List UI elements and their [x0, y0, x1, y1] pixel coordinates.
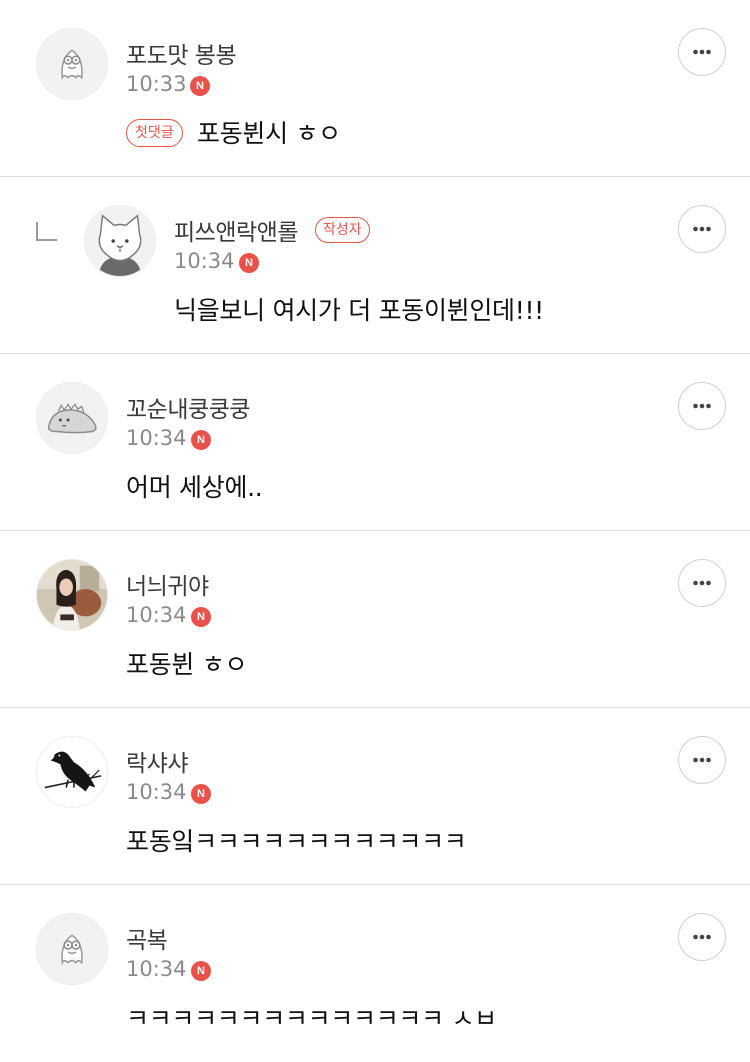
comment-text: ㅋㅋㅋㅋㅋㅋㅋㅋㅋㅋㅋㅋㅋㅋ ㅅㅂ: [126, 1004, 497, 1033]
comment-item: 곡복 10:34 N ㅋㅋㅋㅋㅋㅋㅋㅋㅋㅋㅋㅋㅋㅋ ㅅㅂ: [0, 885, 750, 1062]
default-ghost-avatar-icon: [37, 914, 107, 984]
more-options-button[interactable]: [678, 205, 726, 253]
crow-avatar-icon: [37, 737, 107, 807]
more-horizontal-icon: [693, 226, 711, 232]
more-options-button[interactable]: [678, 382, 726, 430]
cat-avatar-icon: [85, 206, 155, 276]
avatar[interactable]: [36, 913, 108, 985]
more-horizontal-icon: [693, 580, 711, 586]
comment-item: 꼬순내쿵쿵쿵 10:34 N 어머 세상에..: [0, 354, 750, 531]
avatar[interactable]: [84, 205, 156, 277]
comment-time: 10:34: [126, 957, 187, 981]
comment-time: 10:33: [126, 72, 187, 96]
avatar[interactable]: [36, 736, 108, 808]
comment-item: 포도맛 봉봉 10:33 N 첫댓글 포동뷘시 ㅎㅇ: [0, 0, 750, 177]
comment-text: 포동뷘시 ㅎㅇ: [197, 119, 341, 148]
comment-time: 10:34: [174, 249, 235, 273]
more-horizontal-icon: [693, 403, 711, 409]
photo-avatar-icon: [37, 560, 107, 630]
comment-nickname[interactable]: 포도맛 봉봉: [126, 36, 237, 70]
default-ghost-avatar-icon: [37, 29, 107, 99]
comment-text: 포동잌ㅋㅋㅋㅋㅋㅋㅋㅋㅋㅋㅋㅋ: [126, 827, 467, 856]
comment-nickname[interactable]: 꼬순내쿵쿵쿵: [126, 390, 250, 424]
more-options-button[interactable]: [678, 913, 726, 961]
new-badge: N: [191, 607, 211, 627]
comment-text: 닉을보니 여시가 더 포동이뷘인데!!!: [174, 296, 544, 325]
more-horizontal-icon: [693, 757, 711, 763]
comment-time: 10:34: [126, 603, 187, 627]
new-badge: N: [191, 430, 211, 450]
more-options-button[interactable]: [678, 28, 726, 76]
comment-nickname[interactable]: 너늬귀야: [126, 567, 209, 601]
more-horizontal-icon: [693, 49, 711, 55]
more-horizontal-icon: [693, 934, 711, 940]
new-badge: N: [191, 961, 211, 981]
avatar[interactable]: [36, 559, 108, 631]
comment-time: 10:34: [126, 780, 187, 804]
comment-text: 포동뷘 ㅎㅇ: [126, 650, 248, 679]
comment-nickname[interactable]: 피쓰앤락앤롤: [174, 213, 298, 247]
comment-item: 락샤샤 10:34 N 포동잌ㅋㅋㅋㅋㅋㅋㅋㅋㅋㅋㅋㅋ: [0, 708, 750, 885]
dinosaur-avatar-icon: [37, 383, 107, 453]
new-badge: N: [239, 253, 259, 273]
avatar[interactable]: [36, 382, 108, 454]
comment-nickname[interactable]: 락샤샤: [126, 744, 188, 778]
comment-item-reply: 피쓰앤락앤롤 작성자 10:34 N 닉을보니 여시가 더 포동이뷘인데!!!: [0, 177, 750, 354]
avatar[interactable]: [36, 28, 108, 100]
new-badge: N: [191, 784, 211, 804]
more-options-button[interactable]: [678, 559, 726, 607]
comment-text: 어머 세상에..: [126, 473, 263, 502]
comment-nickname[interactable]: 곡복: [126, 921, 168, 955]
author-badge: 작성자: [315, 217, 370, 243]
more-options-button[interactable]: [678, 736, 726, 784]
comment-time: 10:34: [126, 426, 187, 450]
comment-item: 너늬귀야 10:34 N 포동뷘 ㅎㅇ: [0, 531, 750, 708]
first-comment-badge: 첫댓글: [126, 119, 183, 147]
new-badge: N: [190, 76, 210, 96]
